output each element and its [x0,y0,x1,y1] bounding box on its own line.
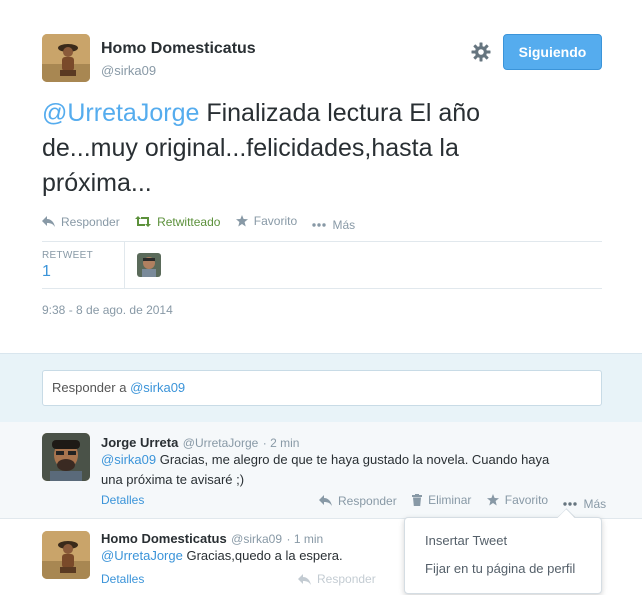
reply-action[interactable]: Responder [319,494,397,508]
more-label: Más [332,218,356,232]
details-link[interactable]: Detalles [101,493,144,507]
trash-icon [412,494,423,506]
tweet-text-part: Finalizada lectura El año [199,99,481,127]
favorite-action[interactable]: Favorito [235,214,298,228]
tweet-text: @UrretaJorge Finalizada lectura El año d… [42,96,602,201]
reply-input[interactable]: Responder a @sirka09 [42,370,602,406]
reply-author-name[interactable]: Jorge Urreta [101,435,178,450]
retweeted-label: Retwitteado [157,214,221,229]
retweet-stat-label: RETWEET [42,250,93,261]
tweet-line-3: próxima... [42,169,152,197]
favorite-action[interactable]: Favorito [486,493,549,507]
reply-text-part: Gracias,quedo a la espera. [182,548,343,563]
reply-mention-link[interactable]: @UrretaJorge [101,548,183,563]
settings-gear-icon[interactable] [471,42,491,62]
tweet-line-1: @UrretaJorge Finalizada lectura El año [42,96,602,131]
reply-action[interactable]: Responder [298,572,376,586]
favorite-label: Favorito [504,493,549,507]
tweet-timestamp[interactable]: 9:38 - 8 de ago. de 2014 [42,303,173,317]
reply-avatar-homo[interactable] [42,531,90,579]
star-icon [486,494,499,506]
reply-tweet-1[interactable]: Jorge Urreta @UrretaJorge · 2 min @sirka… [0,422,642,519]
favorite-label: Favorito [253,214,298,228]
reply-time[interactable]: · 1 min [286,532,323,546]
author-handle[interactable]: @sirka09 [101,63,156,78]
more-action[interactable]: Más [312,218,355,232]
reply-mention-link[interactable]: @sirka09 [101,452,156,467]
tweet-actions: Responder Retwitteado Favorito Más [42,214,602,232]
more-dots-icon [563,502,578,506]
reply-label: Responder [338,493,397,508]
delete-label: Eliminar [428,493,472,507]
reply-text: @UrretaJorge Gracias,quedo a la espera. [101,546,343,566]
details-link[interactable]: Detalles [101,572,144,586]
author-avatar[interactable] [42,34,90,82]
reply-author-handle[interactable]: @UrretaJorge [183,436,259,450]
reply-author-handle[interactable]: @sirka09 [231,532,282,546]
reply-input-handle: @sirka09 [130,380,186,395]
more-dots-icon [312,223,327,227]
tweet-line-2: de...muy original...felicidades,hasta la [42,134,459,162]
divider [42,288,602,289]
reply-actions: Responder Eliminar Favorito Más [319,493,606,511]
retweet-icon [135,216,152,227]
menu-item-embed-tweet[interactable]: Insertar Tweet [405,527,601,555]
tweet-mention-link[interactable]: @UrretaJorge [42,99,199,127]
menu-item-pin-to-profile[interactable]: Fijar en tu página de perfil [405,555,601,583]
reply-label: Responder [61,214,120,229]
reply-action[interactable]: Responder [42,215,120,229]
reply-actions: Responder [298,572,388,588]
reply-icon [319,495,332,506]
more-action[interactable]: Más [563,497,606,511]
reply-icon [298,573,311,585]
reply-text: @sirka09 Gracias, me alegro de que te ha… [101,450,621,490]
author-name[interactable]: Homo Domesticatus [101,40,256,58]
reply-text-part: Gracias, me alegro de que te haya gustad… [156,452,550,467]
reply-input-prefix: Responder a [52,380,131,395]
divider [42,241,602,242]
stats-divider [124,242,125,288]
reply-composer-area: Responder a @sirka09 [0,353,642,423]
delete-action[interactable]: Eliminar [412,493,471,507]
more-dropdown-menu: Insertar Tweet Fijar en tu página de per… [404,517,602,594]
reply-icon [42,216,55,227]
reply-text-line-2: una próxima te avisaré ;) [101,472,245,487]
reply-time[interactable]: · 2 min [263,436,300,450]
star-icon [235,215,248,227]
following-button[interactable]: Siguiendo [503,34,602,70]
reply-text-line-1: @sirka09 Gracias, me alegro de que te ha… [101,450,621,470]
reply-author-name[interactable]: Homo Domesticatus [101,531,227,546]
more-label: Más [583,497,607,511]
reply-label: Responder [317,572,376,586]
tweet-card: Homo Domesticatus @sirka09 Siguiendo @Ur… [0,0,642,595]
retweet-count[interactable]: 1 [42,263,51,281]
reply-avatar-jorge[interactable] [42,433,90,481]
retweeted-action[interactable]: Retwitteado [135,215,220,229]
retweeter-avatar[interactable] [137,253,161,277]
